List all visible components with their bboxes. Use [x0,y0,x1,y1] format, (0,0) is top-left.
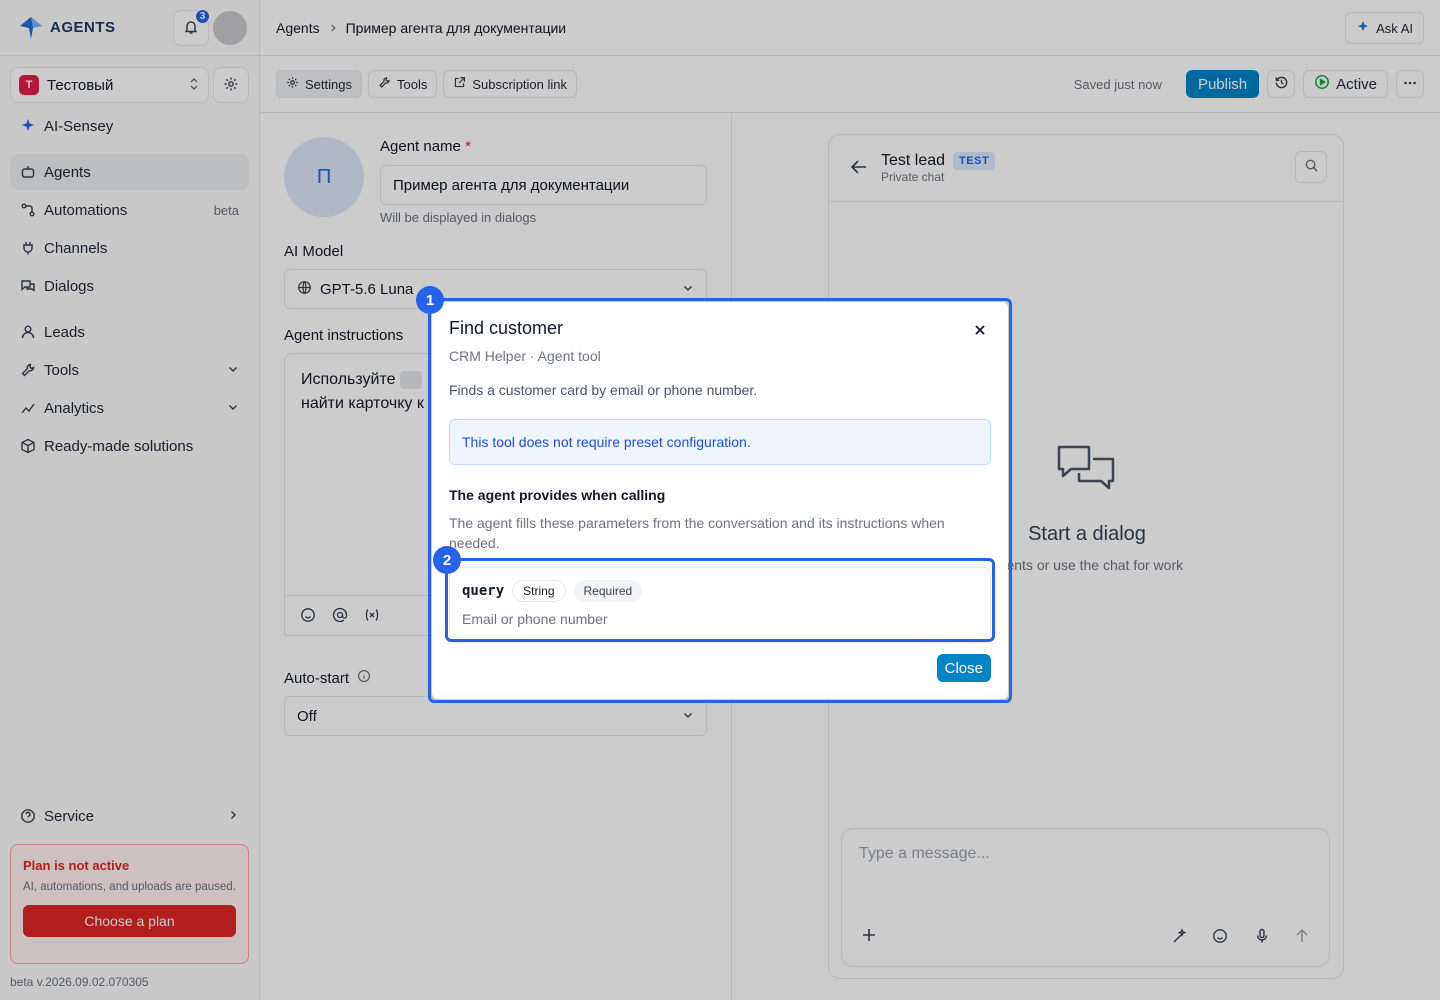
highlight-marker-1: 1 [416,286,444,314]
highlight-box-1 [428,298,1012,703]
highlight-marker-2: 2 [433,546,461,574]
highlight-box-2 [445,558,995,642]
